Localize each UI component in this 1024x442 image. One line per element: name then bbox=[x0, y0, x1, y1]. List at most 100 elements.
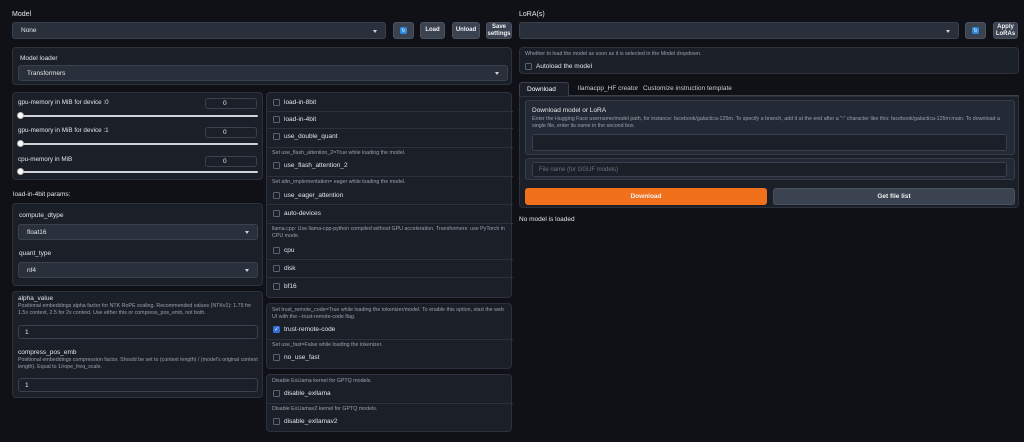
load-button[interactable]: Load bbox=[420, 22, 445, 39]
load-in-4bit-label: load-in-4bit bbox=[284, 116, 317, 123]
divider bbox=[267, 176, 513, 177]
flash-attention-checkbox[interactable] bbox=[273, 162, 280, 169]
cpu-input[interactable]: 0 bbox=[205, 156, 257, 167]
model-loader-label: Model loader bbox=[20, 55, 58, 62]
refresh-models-button[interactable]: ↻ bbox=[393, 22, 414, 39]
gpu0-slider-thumb[interactable] bbox=[17, 112, 24, 119]
model-loader-value: Transformers bbox=[27, 69, 66, 77]
trust-remote-code-label: trust-remote-code bbox=[284, 326, 336, 333]
tab-download-label: Download bbox=[527, 86, 556, 93]
cpu-checkbox-label: cpu bbox=[284, 247, 295, 254]
no-use-fast-checkbox[interactable] bbox=[273, 354, 280, 361]
flash-info: Set use_flash_attention_2=True while loa… bbox=[272, 150, 406, 156]
unload-button[interactable]: Unload bbox=[452, 22, 480, 39]
gpu0-label: gpu-memory in MiB for device :0 bbox=[18, 99, 109, 106]
model-dropdown[interactable]: None bbox=[12, 22, 386, 39]
quant-type-value: nf4 bbox=[27, 266, 37, 274]
compute-dtype-value: float16 bbox=[27, 228, 47, 236]
gpu1-label: gpu-memory in MiB for device :1 bbox=[18, 127, 109, 134]
chevron-down-icon bbox=[946, 29, 950, 33]
load-in-8bit-label: load-in-8bit bbox=[284, 99, 317, 106]
chevron-down-icon bbox=[495, 72, 499, 75]
trust-remote-code-checkbox[interactable]: ✓ bbox=[273, 326, 280, 333]
refresh-icon: ↻ bbox=[972, 27, 979, 34]
tab-llamacpp-hf-creator[interactable]: llamacpp_HF creator bbox=[578, 85, 638, 92]
compute-dtype-label: compute_dtype bbox=[19, 212, 64, 219]
quant-type-dropdown[interactable]: nf4 bbox=[18, 262, 258, 278]
chevron-down-icon bbox=[373, 29, 377, 33]
disk-checkbox[interactable] bbox=[273, 265, 280, 272]
cpu-info: llama.cpp: Use llama-cpp-python compiled… bbox=[272, 226, 505, 240]
flash-attention-label: use_flash_attention_2 bbox=[284, 162, 348, 169]
load-in-8bit-checkbox[interactable] bbox=[273, 99, 280, 106]
flags-panel: load-in-8bit load-in-4bit use_double_qua… bbox=[266, 92, 513, 298]
tab-customize-template[interactable]: Customize instruction template bbox=[643, 85, 732, 92]
divider bbox=[267, 128, 513, 129]
chevron-down-icon bbox=[245, 269, 249, 272]
no-use-fast-label: no_use_fast bbox=[284, 354, 320, 361]
four-bit-params-panel: compute_dtype float16 quant_type nf4 bbox=[12, 203, 263, 286]
download-info: Enter the Hugging Face username/model pa… bbox=[532, 116, 1000, 130]
gpu0-slider-track[interactable] bbox=[18, 115, 258, 117]
download-button[interactable]: Download bbox=[525, 188, 767, 205]
load-in-4bit-checkbox[interactable] bbox=[273, 116, 280, 123]
autoload-panel: Whether to load the model as soon as it … bbox=[519, 47, 1019, 74]
disable-exllamav2-label: disable_exllamav2 bbox=[284, 418, 338, 425]
model-dropdown-value: None bbox=[21, 27, 37, 34]
download-title: Download model or LoRA bbox=[532, 107, 607, 114]
model-path-input[interactable] bbox=[532, 134, 1007, 151]
divider bbox=[267, 111, 513, 112]
memory-panel: gpu-memory in MiB for device :0 0 gpu-me… bbox=[12, 92, 263, 180]
alpha-value-label: alpha_value bbox=[18, 295, 54, 302]
lora-label: LoRA(s) bbox=[519, 11, 545, 18]
double-quant-checkbox[interactable] bbox=[273, 133, 280, 140]
cpu-checkbox[interactable] bbox=[273, 247, 280, 254]
disable-exllamav2-checkbox[interactable] bbox=[273, 418, 280, 425]
file-name-group: File name (for GGUF models) bbox=[525, 158, 1015, 180]
disable-exllama-checkbox[interactable] bbox=[273, 390, 280, 397]
get-file-list-button[interactable]: Get file list bbox=[773, 188, 1015, 205]
bf16-label: bf16 bbox=[284, 283, 297, 290]
compress-pos-emb-input[interactable]: 1 bbox=[18, 378, 258, 392]
eager-info: Set attn_implementation= eager while loa… bbox=[272, 179, 406, 185]
gpu1-slider-track[interactable] bbox=[18, 143, 258, 145]
tab-download[interactable]: Download bbox=[519, 82, 569, 96]
autoload-checkbox[interactable] bbox=[525, 63, 532, 70]
compute-dtype-dropdown[interactable]: float16 bbox=[18, 224, 258, 240]
model-loader-dropdown[interactable]: Transformers bbox=[18, 65, 508, 81]
gpu1-slider-thumb[interactable] bbox=[17, 140, 24, 147]
eager-attention-checkbox[interactable] bbox=[273, 192, 280, 199]
auto-devices-checkbox[interactable] bbox=[273, 210, 280, 217]
alpha-value-input[interactable]: 1 bbox=[18, 325, 258, 339]
trust-panel: Set trust_remote_code=True while loading… bbox=[266, 303, 513, 369]
auto-devices-label: auto-devices bbox=[284, 210, 321, 217]
double-quant-label: use_double_quant bbox=[284, 133, 338, 140]
refresh-icon: ↻ bbox=[400, 27, 407, 34]
gpu1-input[interactable]: 0 bbox=[205, 127, 257, 138]
apply-loras-button[interactable]: Apply LoRAs bbox=[993, 22, 1018, 39]
file-name-input[interactable]: File name (for GGUF models) bbox=[532, 162, 1007, 177]
refresh-loras-button[interactable]: ↻ bbox=[965, 22, 986, 39]
model-label: Model bbox=[12, 11, 32, 18]
lora-dropdown[interactable] bbox=[519, 22, 959, 39]
bf16-checkbox[interactable] bbox=[273, 283, 280, 290]
model-status: No model is loaded bbox=[519, 216, 575, 223]
quant-type-label: quant_type bbox=[19, 250, 52, 257]
cpu-slider-track[interactable] bbox=[18, 171, 258, 173]
save-settings-button[interactable]: Save settings bbox=[486, 22, 512, 39]
trust-info: Set trust_remote_code=True while loading… bbox=[272, 307, 504, 321]
check-icon: ✓ bbox=[274, 327, 280, 333]
alpha-value-info: Positional embeddings alpha factor for N… bbox=[18, 303, 252, 317]
divider bbox=[267, 147, 513, 148]
autoload-info: Whether to load the model as soon as it … bbox=[525, 51, 702, 57]
rope-panel: alpha_value Positional embeddings alpha … bbox=[12, 291, 263, 398]
gpu0-input[interactable]: 0 bbox=[205, 98, 257, 109]
exllama-panel: Disable ExLlama kernel for GPTQ models. … bbox=[266, 374, 513, 432]
compress-pos-emb-info: Positional embeddings compression factor… bbox=[18, 357, 258, 371]
fast-info: Set use_fast=False while loading the tok… bbox=[272, 342, 383, 348]
cpu-label: cpu-memory in MiB bbox=[18, 156, 73, 163]
cpu-slider-thumb[interactable] bbox=[17, 168, 24, 175]
autoload-label: Autoload the model bbox=[536, 63, 593, 70]
disk-label: disk bbox=[284, 265, 296, 272]
compress-pos-emb-label: compress_pos_emb bbox=[18, 349, 77, 356]
